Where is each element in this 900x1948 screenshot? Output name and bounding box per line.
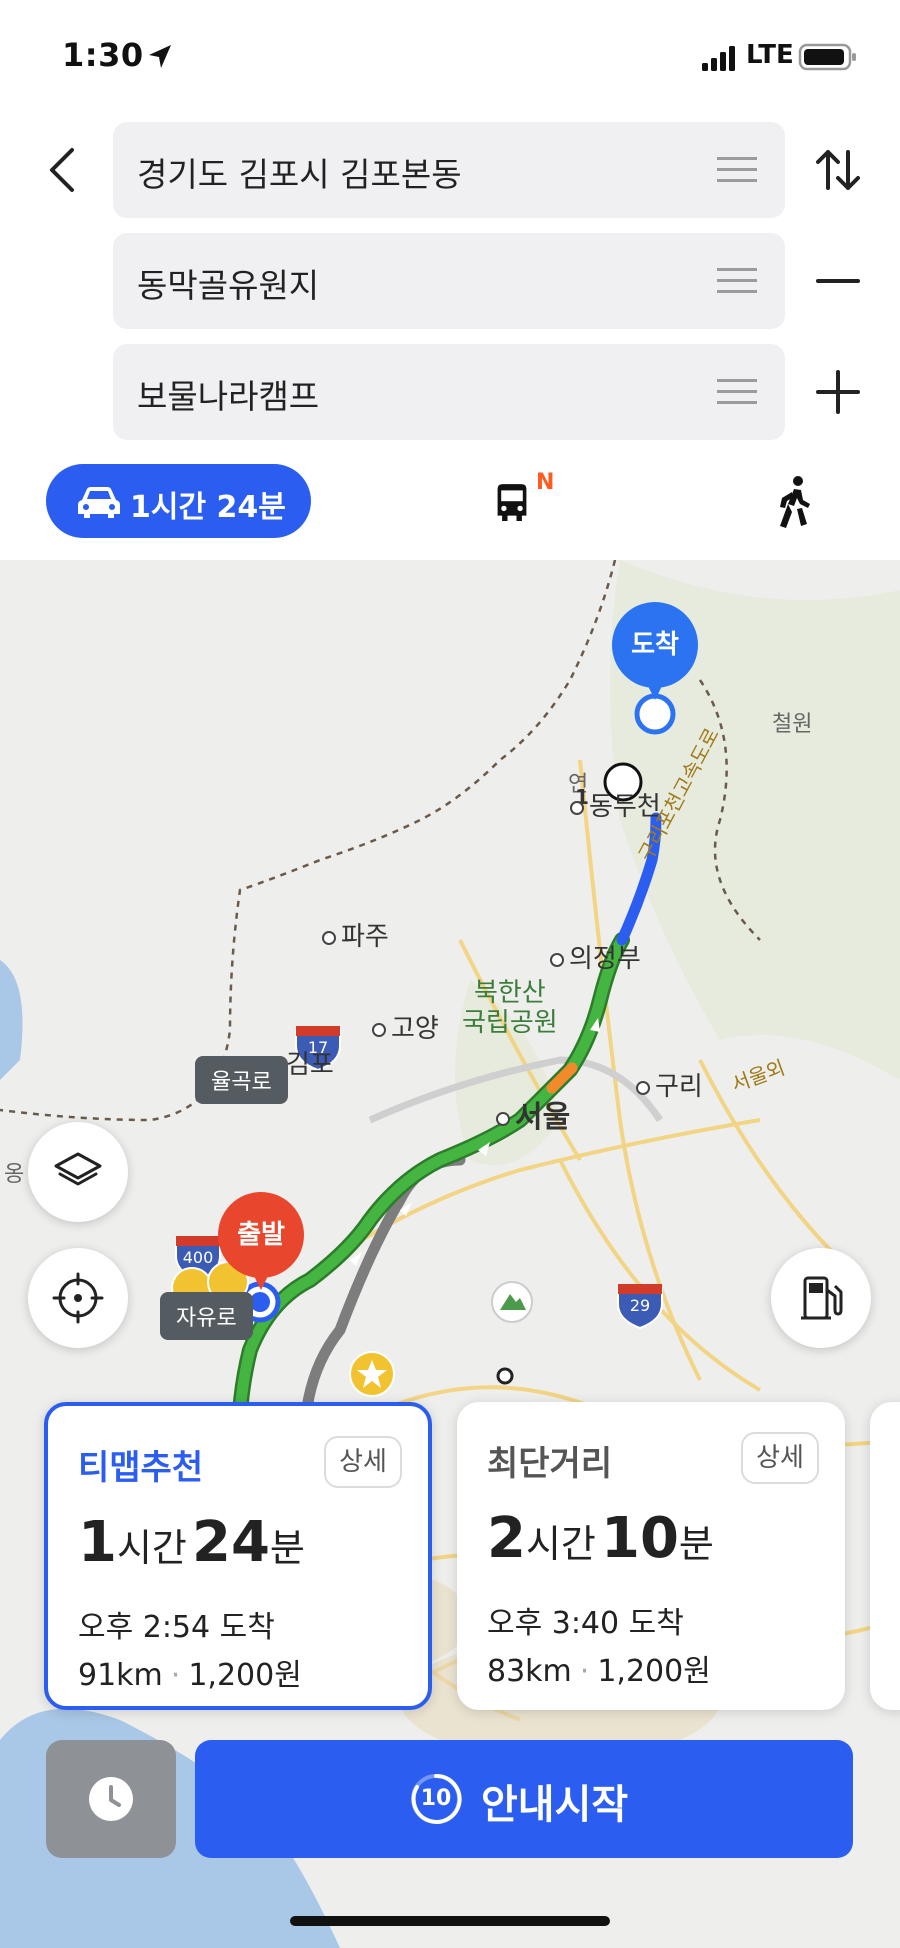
- route-duration: 2시간 10분: [487, 1506, 714, 1571]
- arrival-time: 오후 2:54 도착: [78, 1610, 275, 1645]
- route-card-shortest[interactable]: 최단거리 상세 2시간 10분 오후 3:40 도착 83km · 1,200원: [457, 1402, 845, 1710]
- cellular-signal-icon: [702, 46, 735, 71]
- drag-handle-icon[interactable]: [717, 378, 757, 406]
- route-shield-29: 29: [629, 1296, 651, 1315]
- duration-hours: 2: [487, 1506, 526, 1571]
- meta-separator: ·: [579, 1654, 590, 1689]
- detail-button[interactable]: 상세: [324, 1436, 402, 1488]
- back-button[interactable]: [40, 140, 84, 200]
- route-card-next-peek[interactable]: [870, 1402, 900, 1710]
- route-toll: 1,200원: [597, 1654, 711, 1689]
- status-time: 1:30: [62, 36, 144, 74]
- home-indicator: [290, 1916, 610, 1926]
- detail-button[interactable]: 상세: [741, 1432, 819, 1484]
- duration-hours-unit: 시간: [525, 1522, 596, 1566]
- map-label-guri: 구리: [636, 1066, 703, 1103]
- destination-label: 보물나라캠프: [137, 377, 320, 416]
- road-tag-yulgok: 율곡로: [195, 1056, 288, 1104]
- current-location-button[interactable]: [28, 1248, 128, 1348]
- meta-separator: ·: [170, 1658, 181, 1693]
- route-duration: 1시간 24분: [78, 1510, 305, 1575]
- map-label-ong: 옹: [4, 1162, 25, 1187]
- layers-icon: [54, 1152, 102, 1186]
- waypoint-field[interactable]: 동막골유원지: [113, 233, 785, 329]
- origin-field[interactable]: 경기도 김포시 김포본동: [113, 122, 785, 218]
- duration-minutes: 10: [600, 1506, 679, 1571]
- duration-minutes-unit: 분: [269, 1526, 305, 1570]
- departure-pin[interactable]: 출발: [218, 1192, 304, 1302]
- map-label-goyang: 고양: [372, 1008, 439, 1045]
- fuel-icon: [801, 1276, 843, 1320]
- duration-minutes-unit: 분: [678, 1522, 714, 1566]
- route-card-title: 최단거리: [487, 1444, 613, 1484]
- route-card-title: 티맵추천: [78, 1448, 204, 1488]
- start-navigation-button[interactable]: 10 안내시작: [195, 1740, 853, 1858]
- clock-icon: [89, 1777, 133, 1821]
- departure-pin-label: 출발: [237, 1220, 285, 1250]
- route-card-recommended[interactable]: 티맵추천 상세 1시간 24분 오후 2:54 도착 91km · 1,200원: [44, 1402, 432, 1710]
- map-label-seoul: 서울: [496, 1092, 570, 1136]
- map-label-bukhansan: 북한산 국립공원: [462, 978, 558, 1038]
- status-bar: 1:30 LTE: [0, 0, 900, 110]
- arrival-pin-tip: [641, 672, 669, 700]
- car-duration: 1시간 24분: [130, 490, 286, 525]
- swap-icon[interactable]: [808, 140, 868, 200]
- add-waypoint-icon[interactable]: [808, 362, 868, 422]
- battery-icon: [798, 43, 856, 71]
- duration-hours-unit: 시간: [116, 1526, 187, 1570]
- remove-waypoint-icon[interactable]: [808, 251, 868, 311]
- layers-button[interactable]: [28, 1122, 128, 1222]
- arrival-time: 오후 3:40 도착: [487, 1606, 684, 1641]
- arrival-pin-label: 도착: [631, 630, 679, 660]
- countdown-number: 10: [420, 1786, 452, 1811]
- route-shield-17: 17: [307, 1038, 329, 1057]
- route-distance: 91km: [78, 1658, 163, 1693]
- map-label-paju: 파주: [322, 916, 389, 953]
- route-meta: 83km · 1,200원: [487, 1646, 711, 1690]
- gas-station-button[interactable]: [771, 1248, 871, 1348]
- duration-hours: 1: [78, 1510, 117, 1575]
- route-shield-400: 400: [182, 1248, 214, 1267]
- start-navigation-label: 안내시작: [481, 1782, 629, 1828]
- new-badge: N: [536, 470, 555, 495]
- waypoint-label: 동막골유원지: [137, 266, 320, 305]
- walk-icon[interactable]: [770, 474, 820, 530]
- route-toll: 1,200원: [188, 1658, 302, 1693]
- duration-minutes: 24: [191, 1510, 270, 1575]
- map-label-cheorwon: 철원: [772, 712, 813, 737]
- drag-handle-icon[interactable]: [717, 267, 757, 295]
- route-distance: 83km: [487, 1654, 572, 1689]
- departure-time-button[interactable]: [46, 1740, 176, 1858]
- departure-pin-tip: [247, 1262, 275, 1290]
- destination-field[interactable]: 보물나라캠프: [113, 344, 785, 440]
- network-type: LTE: [746, 40, 794, 70]
- car-icon: [78, 487, 120, 518]
- drag-handle-icon[interactable]: [717, 156, 757, 184]
- tab-car[interactable]: 1시간 24분: [46, 464, 311, 538]
- route-meta: 91km · 1,200원: [78, 1650, 302, 1694]
- origin-label: 경기도 김포시 김포본동: [137, 155, 462, 194]
- map-label-uijeongbu: 의정부: [550, 938, 641, 975]
- location-arrow-icon: [149, 45, 171, 68]
- arrival-pin[interactable]: 도착: [612, 602, 698, 712]
- crosshair-icon: [52, 1272, 104, 1324]
- bus-icon: [497, 484, 527, 521]
- tab-transit[interactable]: N: [486, 470, 566, 534]
